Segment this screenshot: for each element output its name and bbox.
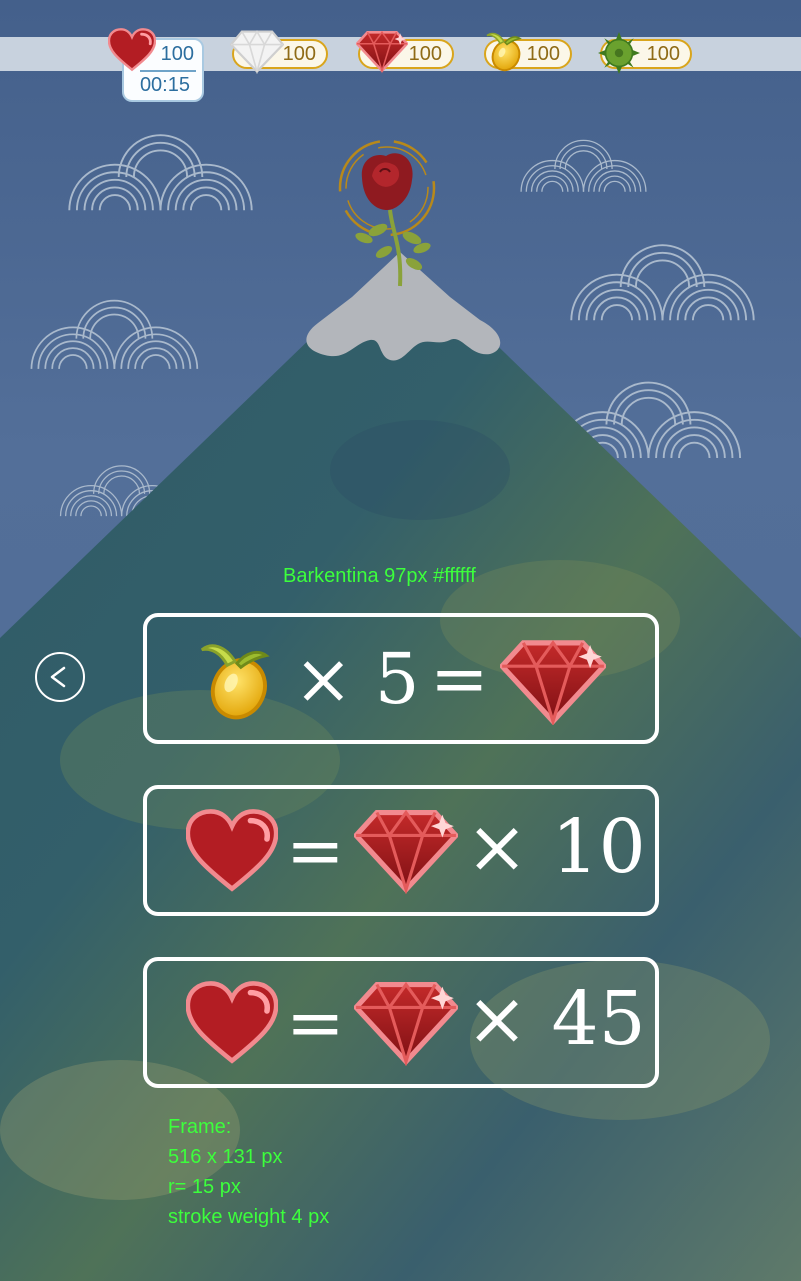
golden-seed-icon <box>485 32 524 75</box>
resource-value: 100 <box>646 42 680 65</box>
rose-icon <box>338 139 436 287</box>
red-gem-icon <box>354 806 458 894</box>
frame-annotation-line: 516 x 131 px <box>168 1146 283 1168</box>
back-button[interactable] <box>35 652 85 702</box>
frame-annotation-line: r= 15 px <box>168 1176 241 1198</box>
red-gem-icon <box>500 637 606 725</box>
heart-icon <box>108 28 156 72</box>
exchange-multiplier: × 10 <box>466 804 646 890</box>
exchange-equals: = <box>286 810 345 892</box>
lives-timer: 00:15 <box>139 74 190 96</box>
exchange-multiplier: × 45 <box>466 976 646 1062</box>
green-spiky-ball-icon <box>598 32 640 74</box>
frame-annotation: Frame: 516 x 131 px r= 15 px stroke weig… <box>168 1112 329 1232</box>
exchange-equals: = <box>286 982 345 1064</box>
red-gem-icon <box>354 978 458 1066</box>
resource-value: 100 <box>408 42 442 65</box>
exchange-equals: = <box>430 638 489 720</box>
golden-seed-icon <box>196 632 274 724</box>
exchange-multiplier: × 5 <box>294 638 420 720</box>
font-annotation: Barkentina 97px #ffffff <box>283 565 476 587</box>
heart-icon <box>186 980 278 1066</box>
chevron-left-icon <box>50 666 66 688</box>
lives-count: 100 <box>160 43 194 65</box>
resource-value: 100 <box>282 42 316 65</box>
frame-annotation-line: Frame: <box>168 1116 232 1138</box>
red-gem-icon <box>356 30 408 73</box>
frame-annotation-line: stroke weight 4 px <box>168 1206 330 1228</box>
heart-icon <box>186 808 278 894</box>
resource-value: 100 <box>526 42 560 65</box>
white-diamond-icon <box>230 30 284 73</box>
